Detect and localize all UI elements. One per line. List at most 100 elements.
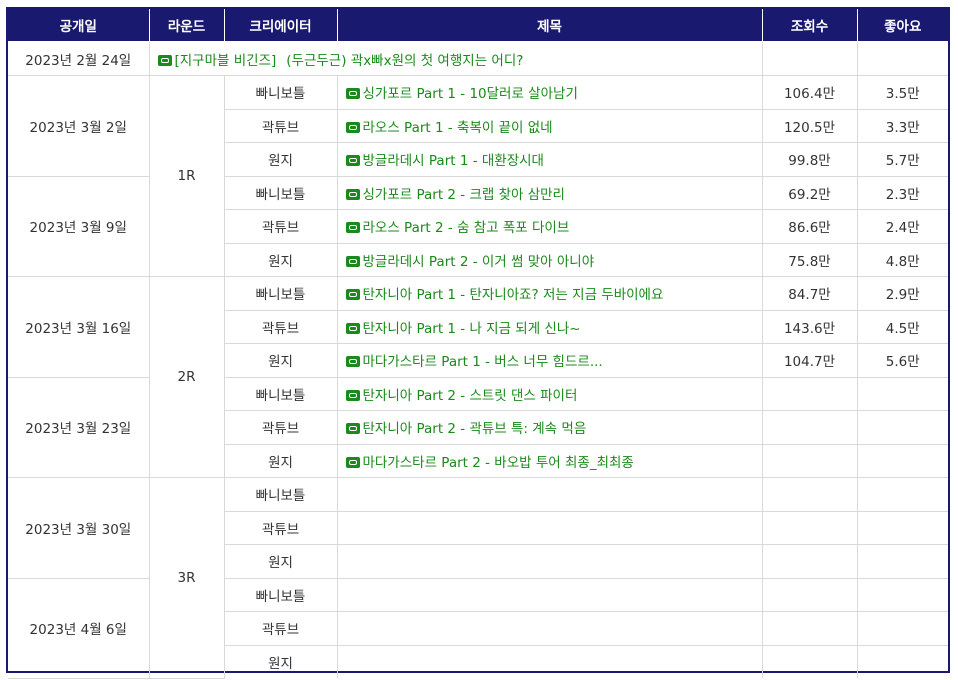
date-cell: 2023년 3월 16일 bbox=[8, 276, 150, 378]
likes-cell bbox=[856, 477, 948, 512]
header-row: 공개일 라운드 크리에이터 제목 조회수 좋아요 bbox=[8, 9, 948, 42]
episode-title-cell bbox=[336, 477, 763, 512]
link-icon bbox=[345, 88, 360, 100]
intro-title-link[interactable]: [지구마블 비긴즈] (두근두근) 곽x빠x원의 첫 여행지는 어디? bbox=[148, 41, 763, 76]
views-cell: 99.8만 bbox=[761, 142, 858, 177]
episode-title-link[interactable]: 라오스 Part 2 - 숨 참고 폭포 다이브 bbox=[336, 209, 763, 244]
likes-cell bbox=[856, 510, 948, 545]
likes-cell bbox=[856, 544, 948, 579]
link-icon bbox=[345, 356, 360, 368]
episode-title-cell bbox=[336, 644, 763, 678]
episode-title-link[interactable]: 방글라데시 Part 1 - 대환장시대 bbox=[336, 142, 763, 177]
views-cell bbox=[761, 510, 858, 545]
round-cell: 3R bbox=[148, 477, 225, 679]
link-icon bbox=[345, 255, 360, 267]
link-icon bbox=[345, 289, 360, 301]
episode-title-cell bbox=[336, 577, 763, 612]
creator-cell: 빠니보틀 bbox=[223, 276, 338, 311]
creator-cell: 빠니보틀 bbox=[223, 75, 338, 110]
creator-cell: 곽튜브 bbox=[223, 309, 338, 344]
likes-cell: 4.8만 bbox=[856, 242, 948, 277]
round-cell: 1R bbox=[148, 75, 225, 277]
creator-cell: 원지 bbox=[223, 343, 338, 378]
likes-cell bbox=[856, 611, 948, 646]
likes-cell: 2.4만 bbox=[856, 209, 948, 244]
likes-cell: 2.9만 bbox=[856, 276, 948, 311]
creator-cell: 빠니보틀 bbox=[223, 477, 338, 512]
views-cell bbox=[761, 443, 858, 478]
likes-cell bbox=[856, 41, 948, 76]
link-icon bbox=[345, 121, 360, 133]
episode-title-link[interactable]: 방글라데시 Part 2 - 이거 썸 맞아 아니야 bbox=[336, 242, 763, 277]
likes-cell: 5.6만 bbox=[856, 343, 948, 378]
episode-title-link[interactable]: 탄자니아 Part 2 - 스트릿 댄스 파이터 bbox=[336, 376, 763, 411]
views-cell: 104.7만 bbox=[761, 343, 858, 378]
date-cell: 2023년 3월 23일 bbox=[8, 376, 150, 478]
likes-cell bbox=[856, 577, 948, 612]
creator-cell: 원지 bbox=[223, 242, 338, 277]
likes-cell: 3.5만 bbox=[856, 75, 948, 110]
creator-cell: 곽튜브 bbox=[223, 410, 338, 445]
creator-cell: 빠니보틀 bbox=[223, 376, 338, 411]
episode-title-link[interactable]: 싱가포르 Part 2 - 크랩 찾아 삼만리 bbox=[336, 175, 763, 210]
creator-cell: 곽튜브 bbox=[223, 209, 338, 244]
table-row: 2023년 3월 16일 2R 빠니보틀 탄자니아 Part 1 - 탄자니아죠… bbox=[8, 276, 948, 478]
header-round: 라운드 bbox=[148, 9, 225, 42]
date-cell: 2023년 3월 30일 bbox=[8, 477, 150, 579]
date-cell: 2023년 3월 9일 bbox=[8, 175, 150, 277]
link-icon bbox=[157, 54, 172, 66]
episode-title-link[interactable]: 라오스 Part 1 - 축복이 끝이 없네 bbox=[336, 108, 763, 143]
episode-table-container: 공개일 라운드 크리에이터 제목 조회수 좋아요 2023년 2월 24일 [지… bbox=[6, 7, 950, 679]
likes-cell: 3.3만 bbox=[856, 108, 948, 143]
views-cell bbox=[761, 477, 858, 512]
episode-title-link[interactable]: 탄자니아 Part 2 - 곽튜브 특: 계속 먹음 bbox=[336, 410, 763, 445]
views-cell: 69.2만 bbox=[761, 175, 858, 210]
likes-cell bbox=[856, 376, 948, 411]
link-icon bbox=[345, 389, 360, 401]
views-cell bbox=[761, 376, 858, 411]
likes-cell bbox=[856, 644, 948, 678]
link-icon bbox=[345, 322, 360, 334]
header-date: 공개일 bbox=[8, 9, 150, 42]
episode-title-link[interactable]: 탄자니아 Part 1 - 나 지금 되게 신나~ bbox=[336, 309, 763, 344]
episode-title-cell bbox=[336, 611, 763, 646]
date-cell: 2023년 2월 24일 bbox=[8, 41, 150, 76]
views-cell: 106.4만 bbox=[761, 75, 858, 110]
views-cell bbox=[761, 577, 858, 612]
table-row: 2023년 3월 2일 1R 빠니보틀 싱가포르 Part 1 - 10달러로 … bbox=[8, 75, 948, 277]
likes-cell: 4.5만 bbox=[856, 309, 948, 344]
table-row: 2023년 3월 30일 3R 빠니보틀 bbox=[8, 477, 948, 679]
round-cell: 2R bbox=[148, 276, 225, 478]
creator-cell: 원지 bbox=[223, 544, 338, 579]
link-icon bbox=[345, 155, 360, 167]
episode-title-link[interactable]: 마다가스타르 Part 2 - 바오밥 투어 최종_최최종 bbox=[336, 443, 763, 478]
views-cell bbox=[761, 544, 858, 579]
header-likes: 좋아요 bbox=[856, 9, 948, 42]
creator-cell: 곽튜브 bbox=[223, 108, 338, 143]
creator-cell: 곽튜브 bbox=[223, 611, 338, 646]
episode-title-cell bbox=[336, 544, 763, 579]
header-creator: 크리에이터 bbox=[223, 9, 338, 42]
views-cell: 86.6만 bbox=[761, 209, 858, 244]
creator-cell: 곽튜브 bbox=[223, 510, 338, 545]
likes-cell: 2.3만 bbox=[856, 175, 948, 210]
likes-cell bbox=[856, 410, 948, 445]
views-cell: 120.5만 bbox=[761, 108, 858, 143]
link-icon bbox=[345, 423, 360, 435]
likes-cell: 5.7만 bbox=[856, 142, 948, 177]
creator-cell: 원지 bbox=[223, 644, 338, 678]
creator-cell: 빠니보틀 bbox=[223, 175, 338, 210]
views-cell: 75.8만 bbox=[761, 242, 858, 277]
episode-title-link[interactable]: 마다가스타르 Part 1 - 버스 너무 힘드르... bbox=[336, 343, 763, 378]
episode-title-link[interactable]: 탄자니아 Part 1 - 탄자니아죠? 저는 지금 두바이에요 bbox=[336, 276, 763, 311]
episode-title-cell bbox=[336, 510, 763, 545]
episode-title-link[interactable]: 싱가포르 Part 1 - 10달러로 살아남기 bbox=[336, 75, 763, 110]
header-views: 조회수 bbox=[761, 9, 858, 42]
views-cell bbox=[761, 41, 858, 76]
views-cell bbox=[761, 644, 858, 678]
likes-cell bbox=[856, 443, 948, 478]
views-cell bbox=[761, 611, 858, 646]
views-cell: 143.6만 bbox=[761, 309, 858, 344]
episode-table: 공개일 라운드 크리에이터 제목 조회수 좋아요 2023년 2월 24일 [지… bbox=[8, 9, 948, 679]
date-cell: 2023년 3월 2일 bbox=[8, 75, 150, 177]
